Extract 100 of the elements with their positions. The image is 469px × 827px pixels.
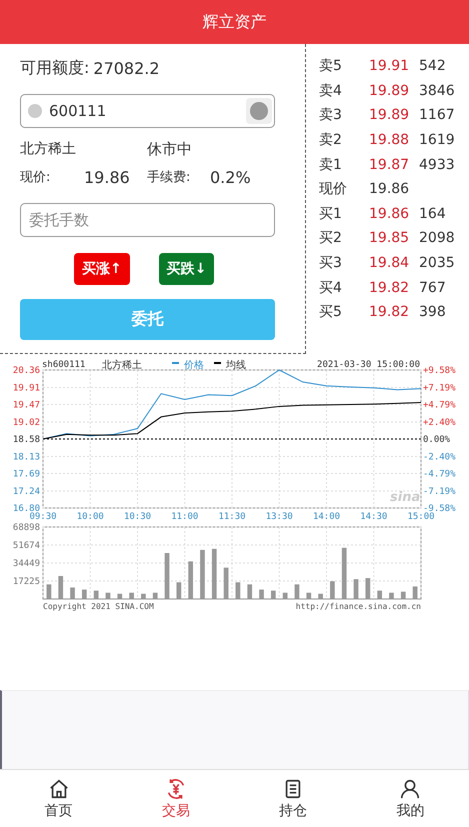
volume-bar: [176, 582, 182, 599]
axis-label: 15:00: [407, 512, 435, 522]
volume-bar: [106, 592, 110, 599]
legend-label: 均线: [225, 359, 246, 371]
axis-label: 17225: [12, 577, 40, 587]
order-book-volume: 164: [419, 206, 447, 222]
tab-item[interactable]: 交易: [117, 770, 234, 827]
axis-label: 0.00%: [423, 435, 450, 445]
axis-label: 11:30: [218, 512, 246, 522]
volume-bar: [365, 578, 370, 599]
balance-value: 27082.2: [93, 58, 160, 78]
tab-item[interactable]: 持仓: [234, 770, 352, 827]
legend-item: 价格: [172, 360, 204, 371]
home-icon: [48, 778, 70, 800]
volume-bar: [306, 592, 312, 599]
volume-bar: [259, 590, 264, 599]
order-book-price: 19.82: [369, 280, 410, 296]
volume-bar: [212, 548, 217, 599]
volume-bar: [412, 586, 418, 599]
axis-label: 09:30: [29, 512, 57, 522]
order-book-volume: 767: [419, 280, 447, 296]
chart-stock-name: 北方稀土: [102, 360, 142, 371]
axis-label: 68898: [12, 523, 40, 533]
order-book-price: 19.91: [369, 58, 410, 74]
chart-symbol: sh600111: [42, 360, 86, 370]
user-icon: [399, 778, 422, 800]
tab-item[interactable]: 我的: [352, 770, 469, 827]
order-book-price: 19.86: [369, 206, 410, 222]
volume-bar: [330, 581, 335, 599]
volume-bar: [94, 590, 99, 599]
legend-label: 价格: [183, 359, 204, 371]
axis-label: +4.79%: [423, 400, 456, 410]
volume-bar: [164, 553, 170, 599]
order-book-label: 卖4: [319, 82, 343, 100]
volume-bar: [129, 592, 134, 599]
buy-up-button[interactable]: 买涨↑: [74, 253, 130, 285]
order-book-label: 卖1: [319, 156, 343, 174]
axis-label: 19.47: [12, 400, 40, 410]
order-book-label: 买5: [319, 303, 343, 322]
axis-label: 34449: [12, 559, 40, 569]
volume-bar: [46, 584, 52, 599]
order-book-label: 买4: [319, 278, 343, 297]
axis-label: +2.40%: [423, 418, 456, 428]
axis-label: 19.91: [12, 383, 40, 394]
tab-item[interactable]: 首页: [0, 770, 118, 827]
volume-bar: [282, 592, 288, 599]
axis-label: 20.36: [12, 366, 40, 376]
order-book-label: 卖2: [319, 131, 343, 150]
order-book-volume: 2035: [419, 255, 456, 272]
order-book-volume: 3846: [419, 82, 456, 99]
volume-bar: [400, 592, 406, 599]
volume-bar: [117, 594, 122, 599]
axis-label: 11:00: [171, 512, 198, 522]
price-value: 19.86: [84, 168, 131, 186]
volume-bar: [224, 568, 228, 599]
quantity-field[interactable]: 委托手数: [20, 203, 275, 237]
order-book-volume: 1167: [419, 107, 456, 124]
axis-label: 51674: [12, 541, 40, 551]
source-url: http://finance.sina.com.cn: [296, 602, 421, 611]
volume-bar: [82, 590, 87, 599]
axis-label: -9.58%: [423, 504, 456, 514]
volume-bar: [70, 588, 75, 599]
axis-label: 18.58: [12, 435, 40, 445]
toggle-knob[interactable]: [246, 98, 272, 124]
volume-bar: [200, 550, 205, 599]
axis-label: 13:30: [266, 512, 293, 522]
fee-label: 手续费:: [147, 169, 192, 186]
order-book-price: 19.84: [369, 255, 410, 272]
volume-bar: [236, 582, 240, 599]
order-book-label: 现价: [319, 180, 348, 198]
stock-code-field[interactable]: 600111: [20, 94, 275, 128]
axis-label: 14:00: [312, 512, 340, 522]
axis-label: 17.69: [12, 470, 40, 480]
order-book-price: 19.82: [369, 304, 410, 320]
volume-bar: [294, 584, 300, 599]
axis-label: -7.19%: [423, 486, 456, 497]
axis-label: 16.80: [12, 504, 40, 514]
order-book-label: 卖3: [319, 106, 343, 124]
header-title: 辉立资产: [202, 12, 266, 32]
order-book-price: 19.86: [369, 181, 410, 198]
order-book-label: 卖5: [319, 57, 343, 76]
axis-label: 17.24: [12, 486, 40, 497]
market-status: 休市中: [147, 140, 192, 158]
copyright-text: Copyright 2021 SINA.COM: [43, 602, 154, 611]
volume-bar: [58, 576, 64, 599]
axis-label: +7.19%: [423, 383, 456, 394]
volume-bar: [247, 584, 252, 599]
order-book-price: 19.89: [369, 82, 410, 99]
volume-bar: [152, 592, 158, 599]
axis-label: -4.79%: [423, 470, 456, 480]
order-book-label: 买2: [319, 229, 343, 248]
buy-down-button[interactable]: 买跌↓: [158, 253, 214, 285]
volume-bar: [318, 594, 323, 599]
order-book-volume: 398: [419, 304, 447, 320]
axis-label: 19.02: [12, 418, 40, 428]
order-book-volume: 542: [419, 58, 447, 74]
order-book-label: 买3: [319, 254, 343, 272]
axis-label: 14:30: [360, 512, 388, 522]
order-book-volume: 4933: [419, 156, 456, 173]
axis-label: 10:00: [76, 512, 104, 522]
